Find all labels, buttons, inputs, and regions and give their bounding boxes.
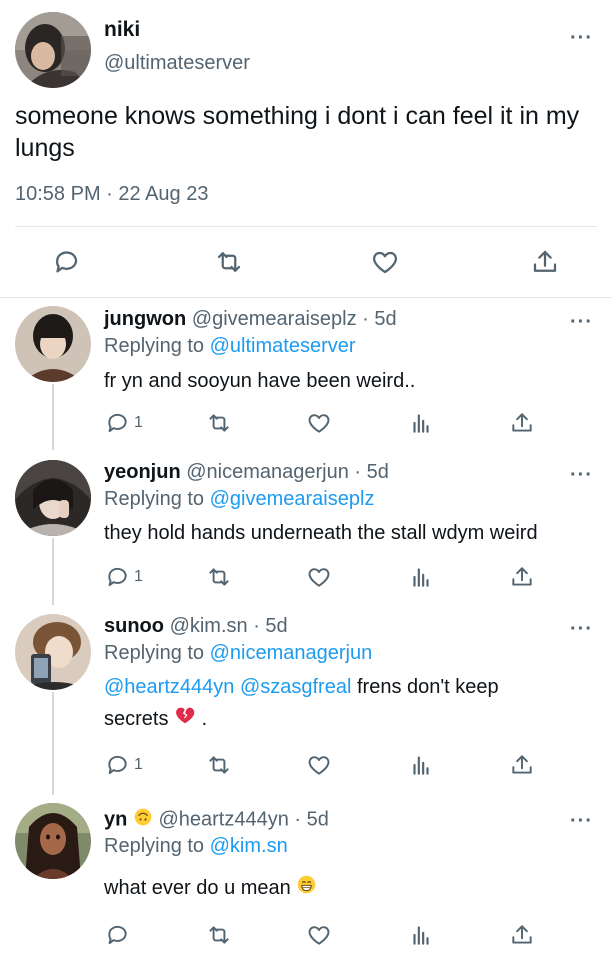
reply-icon[interactable] xyxy=(104,752,130,778)
thread-line xyxy=(52,538,54,605)
reply-text: they hold hands underneath the stall wdy… xyxy=(104,522,538,544)
reply-icon[interactable] xyxy=(104,921,130,949)
analytics-icon[interactable] xyxy=(408,563,434,591)
like-icon[interactable] xyxy=(368,245,402,279)
tweet-text: someone knows something i dont i can fee… xyxy=(15,102,580,162)
reply-icon[interactable] xyxy=(104,564,130,590)
broken-heart-emoji-icon xyxy=(174,704,196,736)
reply-tweet: jungwon @givemearaiseplz · 5d ··· Replyi… xyxy=(0,298,612,450)
like-icon[interactable] xyxy=(306,751,332,779)
retweet-icon[interactable] xyxy=(212,245,246,279)
author-name[interactable]: jungwon xyxy=(104,308,186,330)
analytics-icon[interactable] xyxy=(408,409,434,437)
tweet-timestamp[interactable]: 10:58 PM · 22 Aug 23 xyxy=(15,183,208,206)
author-name[interactable]: yn xyxy=(104,808,127,830)
retweet-icon[interactable] xyxy=(206,921,232,949)
reply-tweet: yn @heartz444yn · 5d ··· Replying to @ki… xyxy=(0,795,612,960)
replying-label: Replying to xyxy=(104,335,210,357)
main-tweet: niki @ultimateserver ··· someone knows s… xyxy=(0,0,612,298)
mention-link[interactable]: @ultimateserver xyxy=(210,335,356,357)
analytics-icon[interactable] xyxy=(408,921,434,949)
avatar[interactable] xyxy=(15,306,91,382)
mention-link[interactable]: @szasgfreal xyxy=(240,676,351,698)
author-handle[interactable]: @kim.sn · 5d xyxy=(170,615,288,637)
reply-text: what ever do u mean xyxy=(104,872,599,905)
upside-down-face-emoji-icon xyxy=(133,807,153,833)
mention-link[interactable]: @givemearaiseplz xyxy=(210,488,375,510)
author-name[interactable]: niki xyxy=(104,18,140,42)
author-name[interactable]: yeonjun xyxy=(104,461,181,483)
like-icon[interactable] xyxy=(306,921,332,949)
replying-label: Replying to xyxy=(104,488,210,510)
replying-to: Replying to @kim.sn xyxy=(104,835,288,858)
reply-text-segment: secrets xyxy=(104,708,169,730)
analytics-icon[interactable] xyxy=(408,751,434,779)
more-options-icon[interactable]: ··· xyxy=(570,465,593,485)
replying-label: Replying to xyxy=(104,835,210,857)
grinning-face-emoji-icon xyxy=(296,873,317,905)
retweet-icon[interactable] xyxy=(206,751,232,779)
reply-button[interactable]: 1 xyxy=(104,409,143,437)
mention-link[interactable]: @kim.sn xyxy=(210,835,288,857)
like-icon[interactable] xyxy=(306,563,332,591)
mention-link[interactable]: @heartz444yn xyxy=(104,676,234,698)
retweet-icon[interactable] xyxy=(206,563,232,591)
reply-icon[interactable] xyxy=(104,410,130,436)
reply-icon[interactable] xyxy=(49,245,83,279)
reply-tweet: yeonjun @nicemanagerjun · 5d ··· Replyin… xyxy=(0,450,612,605)
author-handle[interactable]: @ultimateserver xyxy=(104,52,250,75)
reply-text-segment: what ever do u mean xyxy=(104,877,291,899)
retweet-icon[interactable] xyxy=(206,409,232,437)
more-options-icon[interactable]: ··· xyxy=(570,619,593,639)
reply-text: fr yn and sooyun have been weird.. xyxy=(104,370,416,392)
reply-tweet: sunoo @kim.sn · 5d ··· Replying to @nice… xyxy=(0,605,612,795)
share-icon[interactable] xyxy=(509,563,535,591)
like-icon[interactable] xyxy=(306,409,332,437)
author-handle[interactable]: @heartz444yn · 5d xyxy=(158,808,328,830)
avatar[interactable] xyxy=(15,614,91,690)
replying-to: Replying to @nicemanagerjun xyxy=(104,642,372,665)
reply-count: 1 xyxy=(134,568,143,585)
reply-count: 1 xyxy=(134,756,143,773)
reply-text: @heartz444yn @szasgfreal frens don't kee… xyxy=(104,671,599,736)
share-icon[interactable] xyxy=(509,751,535,779)
avatar[interactable] xyxy=(15,12,91,88)
author-handle[interactable]: @givemearaiseplz · 5d xyxy=(192,308,397,330)
more-options-icon[interactable]: ··· xyxy=(570,811,593,831)
avatar[interactable] xyxy=(15,803,91,879)
more-options-icon[interactable]: ··· xyxy=(570,312,593,332)
reply-text-segment: . xyxy=(196,708,208,730)
share-icon[interactable] xyxy=(509,409,535,437)
replying-to: Replying to @ultimateserver xyxy=(104,335,356,358)
avatar[interactable] xyxy=(15,460,91,536)
replying-label: Replying to xyxy=(104,642,210,664)
divider xyxy=(15,226,597,227)
reply-button[interactable]: 1 xyxy=(104,751,143,779)
thread-line xyxy=(52,384,54,450)
reply-text-segment: frens don't keep xyxy=(351,676,499,698)
author-name[interactable]: sunoo xyxy=(104,615,164,637)
share-icon[interactable] xyxy=(509,921,535,949)
reply-button[interactable]: 1 xyxy=(104,563,143,591)
author-handle[interactable]: @nicemanagerjun · 5d xyxy=(186,461,389,483)
reply-count: 1 xyxy=(134,414,143,431)
mention-link[interactable]: @nicemanagerjun xyxy=(210,642,373,664)
more-options-icon[interactable]: ··· xyxy=(570,28,593,48)
thread-line xyxy=(52,692,54,795)
replying-to: Replying to @givemearaiseplz xyxy=(104,488,374,511)
share-icon[interactable] xyxy=(528,245,562,279)
